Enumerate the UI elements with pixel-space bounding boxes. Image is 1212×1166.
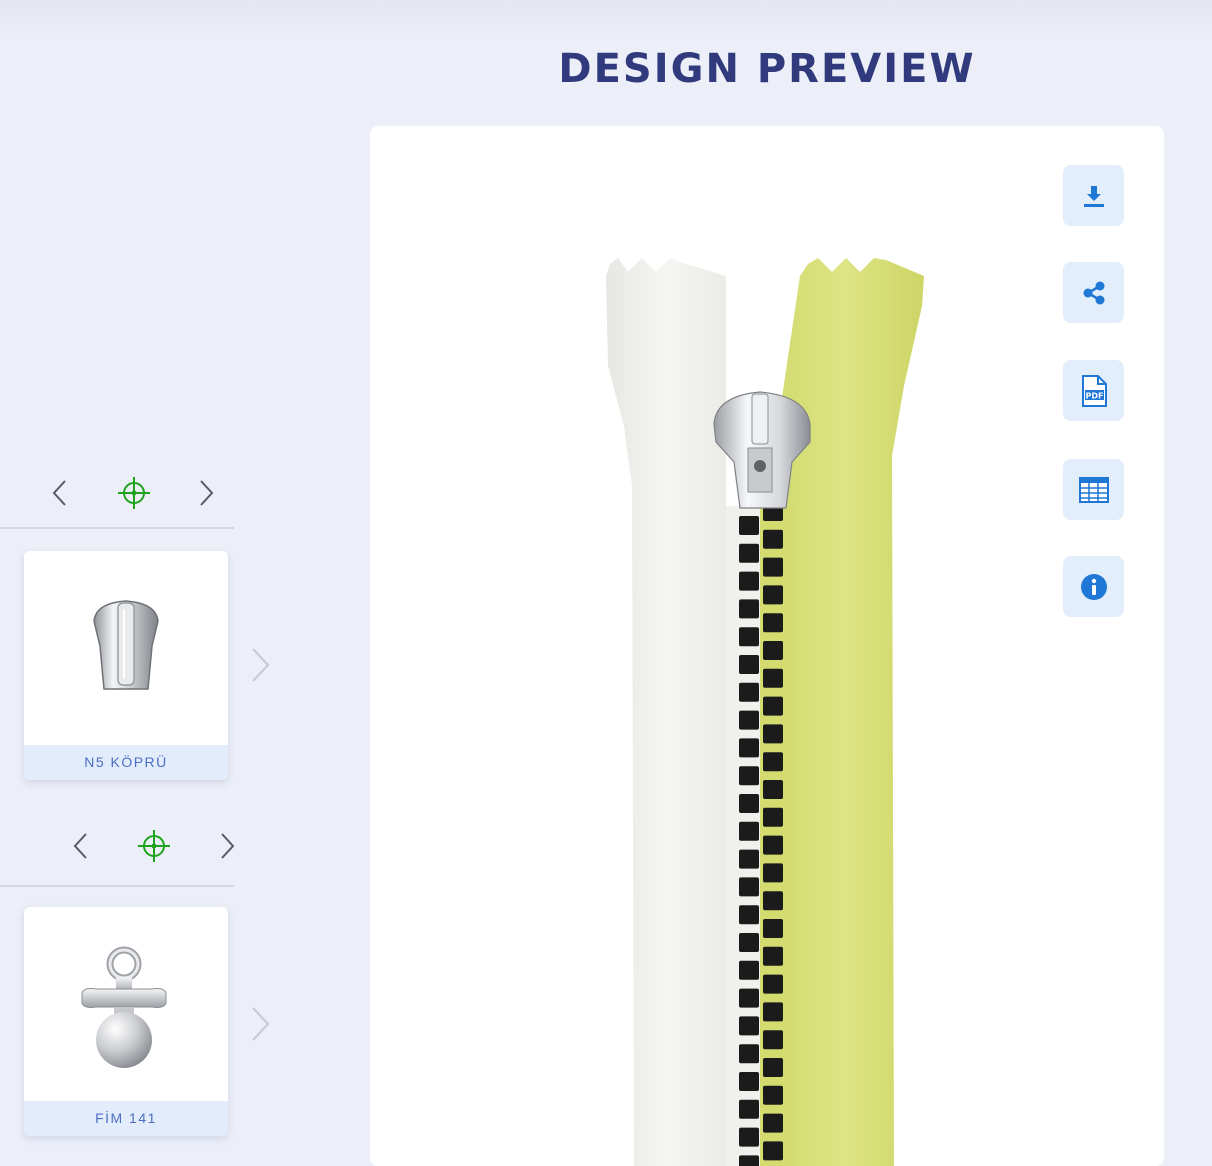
item-image — [24, 551, 228, 745]
page-title: DESIGN PREVIEW — [558, 46, 976, 92]
locate-button[interactable] — [132, 824, 176, 868]
zipper-tooth — [739, 960, 759, 980]
spreadsheet-icon — [1078, 476, 1109, 503]
zipper-tooth — [739, 821, 759, 841]
prev-button[interactable] — [42, 471, 78, 515]
zipper-tooth — [739, 1072, 759, 1091]
zipper-tooth — [739, 988, 759, 1008]
zipper-tooth — [763, 780, 783, 799]
section-divider — [0, 885, 234, 887]
zipper-tooth — [763, 835, 783, 855]
section-divider — [0, 527, 234, 529]
chevron-right-icon — [200, 480, 214, 506]
zipper-tooth — [763, 919, 783, 938]
crosshair-icon — [118, 477, 150, 509]
zipper-tooth — [763, 946, 783, 966]
preview-panel: PDF — [370, 126, 1164, 1166]
zipper-tooth — [739, 905, 759, 925]
zipper-tooth — [763, 1058, 783, 1077]
chevron-right-icon — [252, 648, 270, 682]
zipper-tooth — [763, 613, 783, 633]
zipper-tooth — [739, 877, 759, 897]
spreadsheet-export-button[interactable] — [1063, 459, 1124, 520]
info-button[interactable] — [1063, 556, 1124, 617]
chevron-left-icon — [73, 833, 87, 859]
zipper-tooth — [739, 766, 759, 786]
prev-button[interactable] — [63, 824, 99, 868]
pdf-file-icon: PDF — [1081, 374, 1107, 407]
zipper-tooth — [739, 933, 759, 952]
next-button[interactable] — [188, 471, 224, 515]
zipper-tooth — [763, 891, 783, 911]
share-icon — [1083, 281, 1104, 304]
zipper-tooth — [739, 516, 759, 535]
zipper-tooth — [763, 1113, 783, 1133]
puller-card[interactable]: FİM 141 — [24, 907, 228, 1136]
zipper-tooth — [763, 752, 783, 772]
download-icon — [1083, 185, 1104, 207]
zipper-tooth — [763, 1085, 783, 1105]
zipper-tooth — [763, 529, 783, 549]
zipper-tooth — [763, 724, 783, 744]
card-next-button[interactable] — [246, 999, 276, 1049]
locate-button[interactable] — [112, 471, 156, 515]
zipper-tooth — [763, 974, 783, 994]
zipper-tooth — [739, 599, 759, 619]
zipper-tooth — [739, 571, 759, 591]
zipper-tooth — [763, 641, 783, 660]
zipper-slider-image — [93, 600, 159, 690]
item-label: N5 KÖPRÜ — [24, 745, 228, 780]
card-next-button[interactable] — [246, 640, 276, 690]
zipper-tooth — [763, 668, 783, 688]
item-image — [24, 907, 228, 1101]
chevron-right-icon — [252, 1007, 270, 1041]
zipper-tooth — [739, 1099, 759, 1119]
pdf-export-button[interactable]: PDF — [1063, 360, 1124, 421]
item-label: FİM 141 — [24, 1101, 228, 1136]
share-button[interactable] — [1063, 262, 1124, 323]
zipper-tooth — [763, 863, 783, 883]
zipper-tooth — [739, 1127, 759, 1147]
zipper-tooth — [739, 738, 759, 758]
zipper-tooth — [739, 794, 759, 813]
top-fade — [0, 0, 1212, 40]
slider-nav — [42, 471, 228, 515]
zipper-tooth — [763, 1030, 783, 1050]
chevron-left-icon — [52, 480, 66, 506]
next-button[interactable] — [209, 824, 245, 868]
zipper-tooth — [739, 682, 759, 702]
zipper-tooth — [739, 1044, 759, 1064]
zipper-tooth — [739, 1155, 759, 1166]
zipper-tooth — [763, 585, 783, 605]
puller-nav — [63, 824, 249, 868]
zipper-tooth — [763, 807, 783, 827]
info-icon — [1080, 573, 1107, 600]
pdf-icon-text: PDF — [1085, 391, 1103, 400]
zipper-tooth — [739, 1016, 759, 1036]
slider-card[interactable]: N5 KÖPRÜ — [24, 551, 228, 780]
crosshair-icon — [138, 830, 170, 862]
pacifier-puller-image — [81, 946, 167, 1068]
zipper-tooth — [739, 710, 759, 730]
zipper-tooth — [739, 627, 759, 647]
chevron-right-icon — [221, 833, 235, 859]
zipper-tooth — [739, 655, 759, 674]
download-button[interactable] — [1063, 165, 1124, 226]
zipper-tooth — [739, 849, 759, 869]
zipper-preview-image — [606, 258, 924, 1166]
zipper-tooth — [763, 696, 783, 716]
zipper-tooth — [739, 543, 759, 563]
zipper-tooth — [763, 1002, 783, 1022]
zipper-tooth — [763, 557, 783, 577]
